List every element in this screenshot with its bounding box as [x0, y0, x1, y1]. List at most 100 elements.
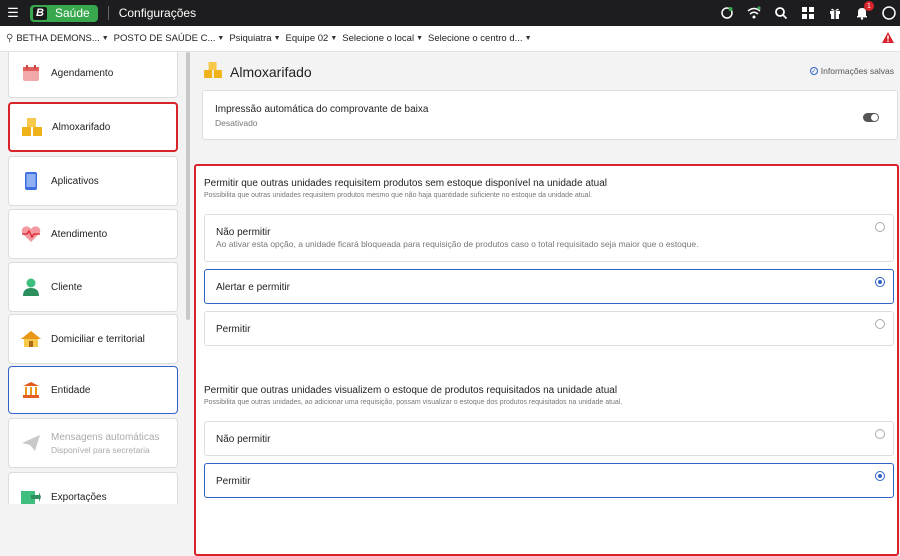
person-icon: [21, 277, 41, 297]
sidebar-item-label: Aplicativos: [51, 175, 99, 187]
group2-desc: Possibilita que outras unidades, ao adic…: [204, 399, 623, 406]
sidebar-item-label: Exportações: [51, 491, 107, 503]
filter-team[interactable]: Equipe 02 ▼: [286, 33, 338, 44]
app-name: Saúde: [55, 6, 90, 20]
print-setting-card: Impressão automática do comprovante de b…: [202, 90, 898, 140]
sidebar-item-label: Cliente: [51, 281, 83, 293]
radio-button[interactable]: [875, 222, 885, 232]
sidebar-item-sub: Disponível para secretaria: [51, 444, 150, 455]
stock-permissions-group: Permitir que outras unidades requisitem …: [194, 164, 899, 556]
top-bar: ☰ B Saúde Configurações 1: [0, 0, 900, 26]
sidebar-item-label: Entidade: [51, 384, 91, 396]
sidebar-item-almoxarifado[interactable]: Almoxarifado: [8, 102, 178, 152]
sidebar-item-label: Domiciliar e territorial: [51, 333, 145, 345]
notification-count: 1: [864, 1, 874, 11]
wifi-icon[interactable]: [747, 6, 761, 20]
sidebar-item-agendamento[interactable]: Agendamento: [8, 52, 178, 98]
radio-button[interactable]: [875, 319, 885, 329]
section-title: Almoxarifado: [204, 62, 312, 81]
org-icon: ⚲: [6, 33, 14, 44]
chevron-down-icon: ▼: [330, 35, 338, 42]
radio-button[interactable]: [875, 429, 885, 439]
filter-label: Equipe 02: [285, 33, 329, 44]
sidebar-item-aplicativos[interactable]: Aplicativos: [8, 156, 178, 206]
app-logo: B: [33, 6, 47, 20]
group2-title: Permitir que outras unidades visualizem …: [204, 385, 618, 396]
option-label: Não permitir: [216, 227, 271, 238]
boxes-icon: [204, 62, 222, 81]
chevron-down-icon: ▼: [524, 35, 532, 42]
chevron-down-icon: ▼: [101, 35, 109, 42]
group1-title: Permitir que outras unidades requisitem …: [204, 178, 608, 189]
print-toggle[interactable]: [863, 113, 879, 122]
chevron-down-icon: ▼: [217, 35, 225, 42]
search-icon[interactable]: [774, 6, 788, 20]
warning-icon[interactable]: [882, 32, 894, 46]
boxes-icon: [22, 117, 42, 137]
filter-entity[interactable]: BETHA DEMONS... ▼: [16, 33, 108, 44]
chevron-down-icon: ▼: [273, 35, 281, 42]
g2-option-permitir[interactable]: Permitir: [204, 463, 894, 498]
divider: [107, 6, 109, 20]
gift-icon[interactable]: [828, 6, 842, 20]
print-setting-label: Impressão automática do comprovante de b…: [215, 104, 429, 115]
filter-center[interactable]: Selecione o centro d... ▼: [428, 33, 531, 44]
main-panel: Almoxarifado ✓ Informações salvas Impres…: [192, 52, 900, 556]
sidebar-item-mensagens[interactable]: Mensagens automáticas Disponível para se…: [8, 418, 178, 468]
heart-pulse-icon: [21, 224, 41, 244]
g1-option-nao-permitir[interactable]: Não permitir Ao ativar esta opção, a uni…: [204, 214, 894, 262]
filter-label: BETHA DEMONS...: [16, 33, 100, 44]
option-label: Alertar e permitir: [216, 282, 290, 293]
filter-location[interactable]: Selecione o local ▼: [342, 33, 423, 44]
filter-label: POSTO DE SAÚDE C...: [113, 33, 216, 44]
notification-bell-icon[interactable]: 1: [855, 1, 874, 20]
group1-desc: Possibilita que outras unidades requisit…: [204, 192, 592, 199]
apps-grid-icon[interactable]: [801, 6, 815, 20]
sidebar-item-label: Atendimento: [51, 228, 108, 240]
g2-option-nao-permitir[interactable]: Não permitir: [204, 421, 894, 456]
sidebar-item-entidade[interactable]: Entidade: [8, 366, 178, 414]
sidebar-scrollbar[interactable]: [186, 52, 190, 320]
option-label: Permitir: [216, 476, 251, 487]
menu-icon[interactable]: ☰: [4, 5, 22, 21]
check-circle-icon: ✓: [809, 67, 818, 75]
assistant-icon[interactable]: [720, 6, 734, 20]
option-label: Não permitir: [216, 434, 271, 445]
calendar-icon: [21, 63, 41, 83]
phone-icon: [21, 171, 41, 191]
chevron-down-icon: ▼: [416, 35, 424, 42]
g1-option-alertar[interactable]: Alertar e permitir: [204, 269, 894, 304]
send-icon: [21, 433, 41, 453]
app-badge[interactable]: B Saúde: [30, 4, 98, 22]
g1-option-permitir[interactable]: Permitir: [204, 311, 894, 346]
export-icon: [21, 487, 41, 504]
user-avatar-icon[interactable]: [882, 6, 896, 20]
filter-label: Selecione o centro d...: [428, 33, 523, 44]
filter-specialty[interactable]: Psiquiatra ▼: [229, 33, 280, 44]
filter-label: Selecione o local: [342, 33, 415, 44]
group1-header: Permitir que outras unidades requisitem …: [204, 178, 607, 199]
section-title-text: Almoxarifado: [230, 63, 312, 80]
saved-status-text: Informações salvas: [820, 66, 894, 76]
context-filter-bar: ⚲ BETHA DEMONS... ▼ POSTO DE SAÚDE C... ▼ …: [0, 26, 900, 52]
option-desc: Ao ativar esta opção, a unidade ficará b…: [216, 239, 699, 249]
settings-sidebar: Agendamento Almoxarifado Aplicativos Ate…: [0, 52, 186, 504]
filter-unit[interactable]: POSTO DE SAÚDE C... ▼: [114, 33, 225, 44]
print-setting-status: Desativado: [215, 118, 258, 128]
sidebar-item-label: Almoxarifado: [52, 121, 111, 133]
sidebar-item-label: Mensagens automáticas: [51, 431, 160, 443]
radio-button[interactable]: [875, 471, 885, 481]
sidebar-item-domiciliar[interactable]: Domiciliar e territorial: [8, 314, 178, 364]
saved-status: ✓ Informações salvas: [809, 66, 894, 76]
sidebar-item-atendimento[interactable]: Atendimento: [8, 209, 178, 259]
filter-label: Psiquiatra: [229, 33, 272, 44]
option-label: Permitir: [216, 324, 251, 335]
sidebar-item-text: Mensagens automáticas Disponível para se…: [51, 432, 159, 455]
page-title: Configurações: [118, 6, 197, 20]
building-icon: [21, 380, 41, 400]
radio-button[interactable]: [875, 277, 885, 287]
sidebar-item-cliente[interactable]: Cliente: [8, 262, 178, 312]
group2-header: Permitir que outras unidades visualizem …: [204, 385, 622, 406]
sidebar-item-label: Agendamento: [51, 67, 114, 79]
sidebar-item-exportacoes[interactable]: Exportações: [8, 472, 178, 504]
